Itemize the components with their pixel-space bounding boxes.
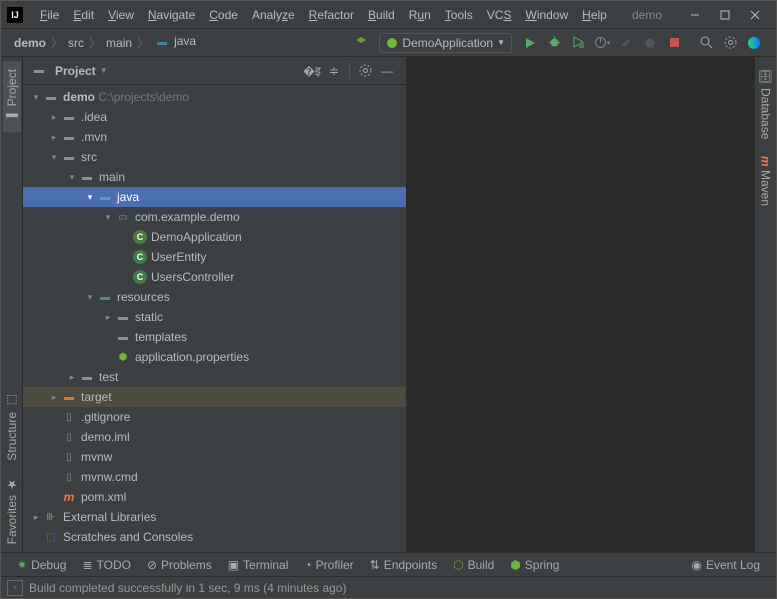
tree-node-external-libs[interactable]: ▸⊪External Libraries (23, 507, 406, 527)
stop-button[interactable] (663, 32, 685, 54)
editor-area (407, 57, 754, 552)
hide-panel-button[interactable]: — (377, 61, 397, 81)
breadcrumb-root[interactable]: demo (11, 34, 49, 52)
tree-node-folder[interactable]: ▬templates (23, 327, 406, 347)
tree-node-file[interactable]: ▯mvnw (23, 447, 406, 467)
tree-node-file[interactable]: ▯.gitignore (23, 407, 406, 427)
tree-node-resources-folder[interactable]: ▾▬resources (23, 287, 406, 307)
window-title: demo (632, 8, 662, 22)
select-opened-file-button[interactable]: �इ (302, 61, 322, 81)
project-panel: ▬ Project ▼ �इ ≑ — ▾▬demo C:\projects\de… (23, 57, 407, 552)
jetbrains-button[interactable] (743, 32, 765, 54)
maximize-button[interactable] (710, 5, 740, 25)
stop-disabled-button[interactable]: ⬣ (639, 32, 661, 54)
tree-node-target-folder[interactable]: ▸▬target (23, 387, 406, 407)
chevron-down-icon: ▼ (100, 66, 108, 75)
run-config-label: DemoApplication (402, 36, 493, 50)
menu-edit[interactable]: Edit (66, 4, 101, 26)
tree-node-class[interactable]: CUserEntity (23, 247, 406, 267)
tool-tab-project[interactable]: ▬Project (3, 61, 21, 132)
tool-tab-spring[interactable]: ⬢Spring (502, 556, 567, 574)
status-message: Build completed successfully in 1 sec, 9… (29, 581, 346, 595)
panel-settings-button[interactable] (355, 61, 375, 81)
tree-node-scratches[interactable]: ⬚Scratches and Consoles (23, 527, 406, 547)
menu-window[interactable]: Window (518, 4, 575, 26)
tool-tab-favorites[interactable]: Favorites★ (3, 469, 21, 552)
tree-node-folder[interactable]: ▸▬static (23, 307, 406, 327)
tree-node-folder[interactable]: ▸▬.mvn (23, 127, 406, 147)
run-config-selector[interactable]: DemoApplication ▼ (379, 33, 512, 53)
tool-tab-maven[interactable]: mMaven (757, 148, 775, 215)
tool-tab-profiler[interactable]: ◔Profiler (296, 556, 361, 574)
menu-analyze[interactable]: Analyze (245, 4, 302, 26)
status-indicator-icon[interactable]: ▫ (7, 580, 23, 596)
tree-node-folder[interactable]: ▸▬.idea (23, 107, 406, 127)
spring-icon (386, 37, 398, 49)
bottom-toolbar: ✷Debug ≣TODO ⊘Problems ▣Terminal ◔Profil… (1, 552, 776, 576)
tree-node-pom[interactable]: mpom.xml (23, 487, 406, 507)
menu-view[interactable]: View (101, 4, 141, 26)
menu-refactor[interactable]: Refactor (302, 4, 361, 26)
attach-button[interactable] (615, 32, 637, 54)
navbar: demo 〉 src 〉 main 〉 ▬java DemoApplicatio… (1, 29, 776, 57)
tool-tab-build[interactable]: ⬡Build (445, 556, 502, 574)
tool-tab-database[interactable]: 🗄Database (757, 61, 775, 148)
tree-node-project[interactable]: ▾▬demo C:\projects\demo (23, 87, 406, 107)
tool-tab-terminal[interactable]: ▣Terminal (220, 556, 297, 574)
tree-node-folder[interactable]: ▾▬src (23, 147, 406, 167)
breadcrumb-item[interactable]: src (65, 34, 87, 52)
run-button[interactable] (519, 32, 541, 54)
statusbar: ▫ Build completed successfully in 1 sec,… (1, 576, 776, 598)
menu-run[interactable]: Run (402, 4, 438, 26)
chevron-right-icon: 〉 (51, 34, 63, 51)
expand-all-button[interactable]: ≑ (324, 61, 344, 81)
breadcrumb-item[interactable]: ▬java (151, 32, 199, 53)
chevron-right-icon: 〉 (137, 34, 149, 51)
project-view-selector[interactable]: ▬ Project ▼ (31, 63, 108, 79)
chevron-right-icon: 〉 (89, 34, 101, 51)
menu-tools[interactable]: Tools (438, 4, 480, 26)
tool-tab-problems[interactable]: ⊘Problems (139, 556, 220, 574)
project-panel-header: ▬ Project ▼ �इ ≑ — (23, 57, 406, 85)
search-button[interactable] (695, 32, 717, 54)
profile-button[interactable]: ▾ (591, 32, 613, 54)
menu-file[interactable]: File (33, 4, 66, 26)
coverage-button[interactable] (567, 32, 589, 54)
menu-help[interactable]: Help (575, 4, 614, 26)
debug-button[interactable] (543, 32, 565, 54)
tree-node-source-folder[interactable]: ▾▬java (23, 187, 406, 207)
tree-node-file[interactable]: ▯mvnw.cmd (23, 467, 406, 487)
tool-tab-debug[interactable]: ✷Debug (9, 556, 74, 574)
tool-tab-eventlog[interactable]: ◉Event Log (683, 556, 768, 574)
titlebar: IJ File Edit View Navigate Code Analyze … (1, 1, 776, 29)
settings-button[interactable] (719, 32, 741, 54)
breadcrumb-item[interactable]: main (103, 34, 135, 52)
app-logo: IJ (7, 7, 23, 23)
project-tree[interactable]: ▾▬demo C:\projects\demo ▸▬.idea ▸▬.mvn ▾… (23, 85, 406, 552)
tool-tab-endpoints[interactable]: ⇅Endpoints (362, 556, 445, 574)
tree-node-package[interactable]: ▾▭com.example.demo (23, 207, 406, 227)
tree-node-file[interactable]: ▯demo.iml (23, 427, 406, 447)
menu-code[interactable]: Code (202, 4, 245, 26)
tree-node-folder[interactable]: ▸▬test (23, 367, 406, 387)
tool-tab-structure[interactable]: Structure⬚ (3, 386, 21, 469)
close-button[interactable] (740, 5, 770, 25)
tool-tab-todo[interactable]: ≣TODO (74, 556, 139, 574)
build-button[interactable] (350, 32, 372, 54)
menu-navigate[interactable]: Navigate (141, 4, 202, 26)
minimize-button[interactable] (680, 5, 710, 25)
left-tool-gutter: ▬Project Structure⬚ Favorites★ (1, 57, 23, 552)
menu-build[interactable]: Build (361, 4, 402, 26)
right-tool-gutter: 🗄Database mMaven (754, 57, 776, 552)
tree-node-file[interactable]: ⬢application.properties (23, 347, 406, 367)
tree-node-folder[interactable]: ▾▬main (23, 167, 406, 187)
chevron-down-icon: ▼ (497, 38, 505, 47)
menu-vcs[interactable]: VCS (480, 4, 519, 26)
tree-node-class[interactable]: CDemoApplication (23, 227, 406, 247)
tree-node-class[interactable]: CUsersController (23, 267, 406, 287)
